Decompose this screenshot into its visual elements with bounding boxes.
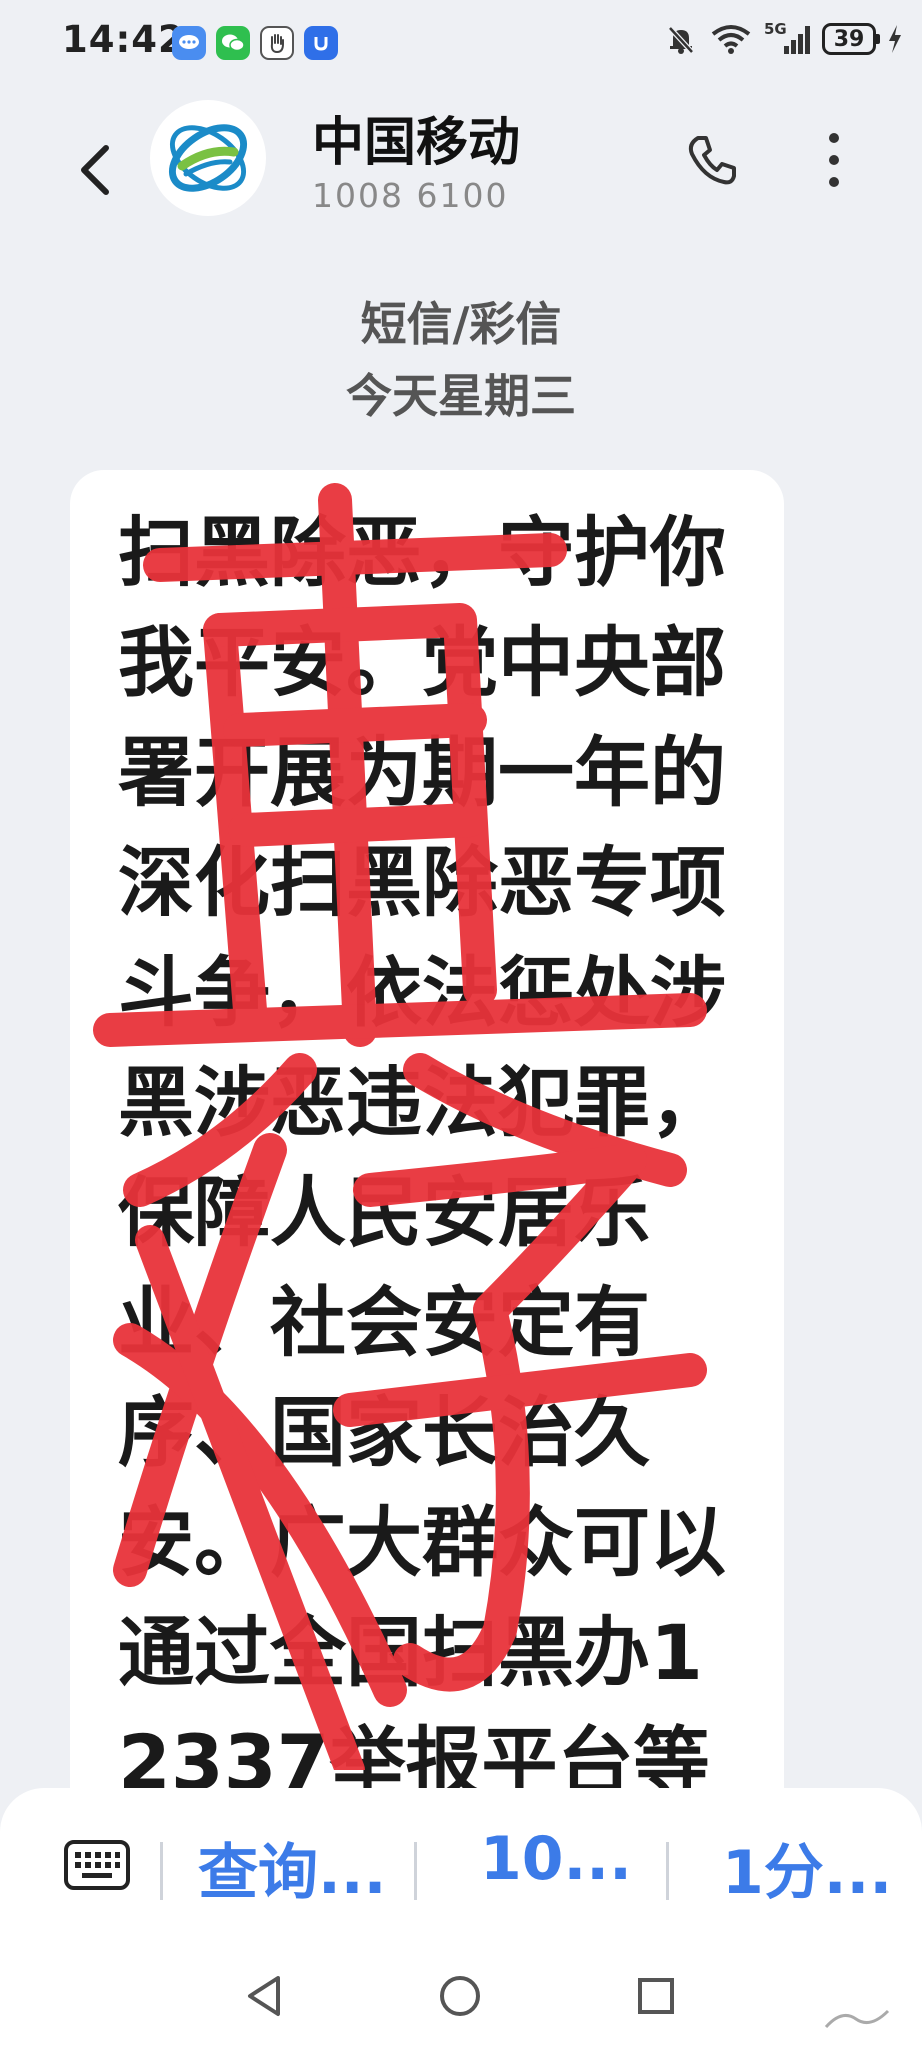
contact-name: 中国移动: [312, 113, 521, 173]
hand-icon: [260, 26, 294, 60]
cellular-signal: 5G: [764, 20, 810, 56]
nav-home-icon: [440, 1976, 480, 2016]
charging-icon: [889, 25, 901, 53]
date-separator: 今天星期三: [346, 369, 576, 423]
mute-bell-icon: [668, 26, 694, 54]
status-time: 14:42: [62, 18, 185, 61]
nav-home-button[interactable]: [430, 1966, 490, 2026]
wechat-icon: [216, 26, 250, 60]
watermark-icon: [824, 2009, 890, 2029]
divider: [414, 1842, 417, 1900]
u-app-icon: [304, 26, 338, 60]
divider: [160, 1842, 163, 1900]
notification-icons: [172, 26, 338, 60]
more-vertical-icon: [829, 133, 839, 187]
phone-icon: [688, 136, 736, 185]
quick-reply-1[interactable]: 查询...: [198, 1824, 386, 1911]
message-text: 扫黑除恶，守护你我平安。党中央部署开展为期一年的深化扫黑除恶专项斗争，依法惩处涉…: [118, 508, 726, 1917]
contact-avatar[interactable]: [150, 100, 266, 216]
message-type-label: 短信/彩信: [360, 297, 562, 351]
keyboard-icon: [64, 1840, 130, 1890]
nav-back-button[interactable]: [234, 1966, 294, 2026]
back-arrow-icon: [81, 145, 109, 195]
bottom-input-panel: 查询... 10... 1分...: [0, 1788, 922, 2048]
message-bubble[interactable]: 扫黑除恶，守护你我平安。党中央部署开展为期一年的深化扫黑除恶专项斗争，依法惩处涉…: [70, 470, 784, 1930]
more-options-button[interactable]: [812, 128, 856, 192]
contact-number: 1008 6100: [312, 176, 509, 215]
signal-bars-icon: [784, 26, 810, 54]
watermark-mark: [822, 2005, 892, 2035]
nav-recents-icon: [638, 1978, 674, 2014]
nav-back-icon: [248, 1976, 280, 2016]
divider: [666, 1842, 669, 1900]
quick-reply-3[interactable]: 1分...: [722, 1824, 892, 1911]
nav-recents-button[interactable]: [626, 1966, 686, 2026]
battery-level: 39: [833, 26, 865, 52]
call-button[interactable]: [680, 128, 744, 192]
conversation-header: 中国移动 1008 6100: [0, 90, 922, 270]
status-bar: 14:42 5G 39: [0, 0, 922, 90]
quick-reply-2[interactable]: 10...: [480, 1824, 632, 1894]
message-app-icon: [172, 26, 206, 60]
china-mobile-logo-icon: [168, 124, 248, 192]
back-button[interactable]: [70, 130, 120, 210]
system-status-icons: 5G 39: [664, 20, 902, 56]
keyboard-button[interactable]: [64, 1838, 130, 1892]
wifi-icon: [711, 25, 751, 54]
battery-indicator: 39: [822, 23, 880, 55]
